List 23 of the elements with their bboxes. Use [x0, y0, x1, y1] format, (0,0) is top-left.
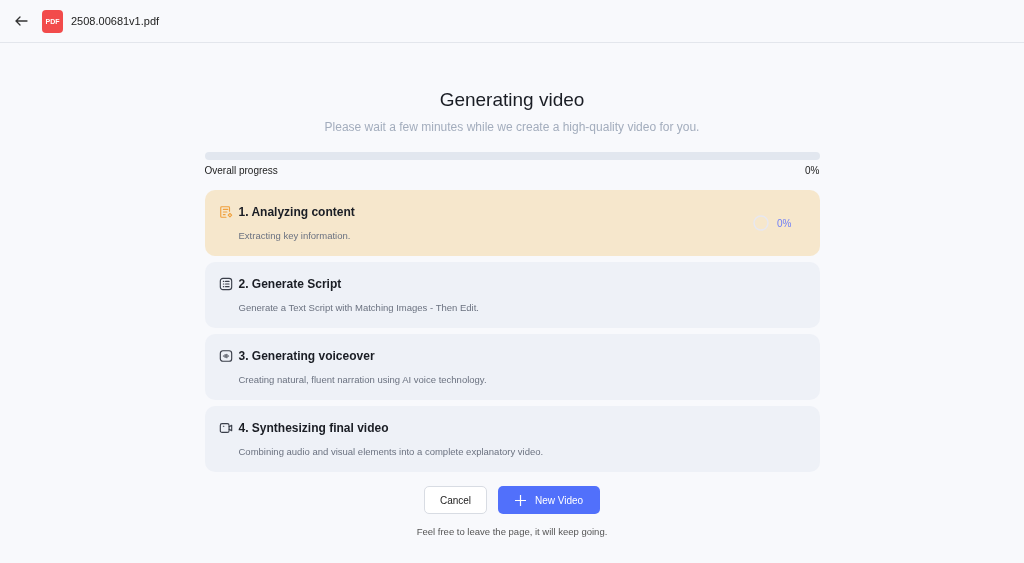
step-description: Creating natural, fluent narration using AI voice technology.: [238, 372, 488, 387]
progress-label: Overall progress: [204, 164, 278, 178]
document-edit-icon: [218, 204, 233, 219]
list-icon: [218, 276, 233, 291]
plus-icon: [514, 494, 526, 506]
file-name: 2508.00681v1.pdf: [71, 13, 160, 29]
progress-reading: 0%: [805, 164, 820, 178]
step-description: Extracting key information.: [238, 228, 352, 243]
step-title: 2. Generate Script: [238, 275, 342, 293]
step-percent: 0%: [777, 216, 792, 231]
new-video-button[interactable]: New Video: [498, 486, 600, 514]
step-description: Combining audio and visual elements into a complete explanatory video.: [238, 444, 545, 459]
page-title: Generating video: [439, 88, 585, 112]
footer-note: Feel free to leave the page, it will keep going.: [415, 525, 609, 539]
cancel-button[interactable]: Cancel: [424, 486, 487, 514]
step-description: Generate a Text Script with Matching Images - Then Edit.: [238, 300, 480, 315]
step-title: 4. Synthesizing final video: [238, 419, 389, 437]
step-title: 1. Analyzing content: [238, 203, 355, 221]
spinner-icon: [753, 215, 770, 231]
page-subtitle: Please wait a few minutes while we create a high-quality video for you.: [324, 119, 700, 136]
back-button[interactable]: [14, 14, 28, 28]
video-camera-icon: [218, 420, 233, 435]
step-title: 3. Generating voiceover: [238, 347, 375, 365]
